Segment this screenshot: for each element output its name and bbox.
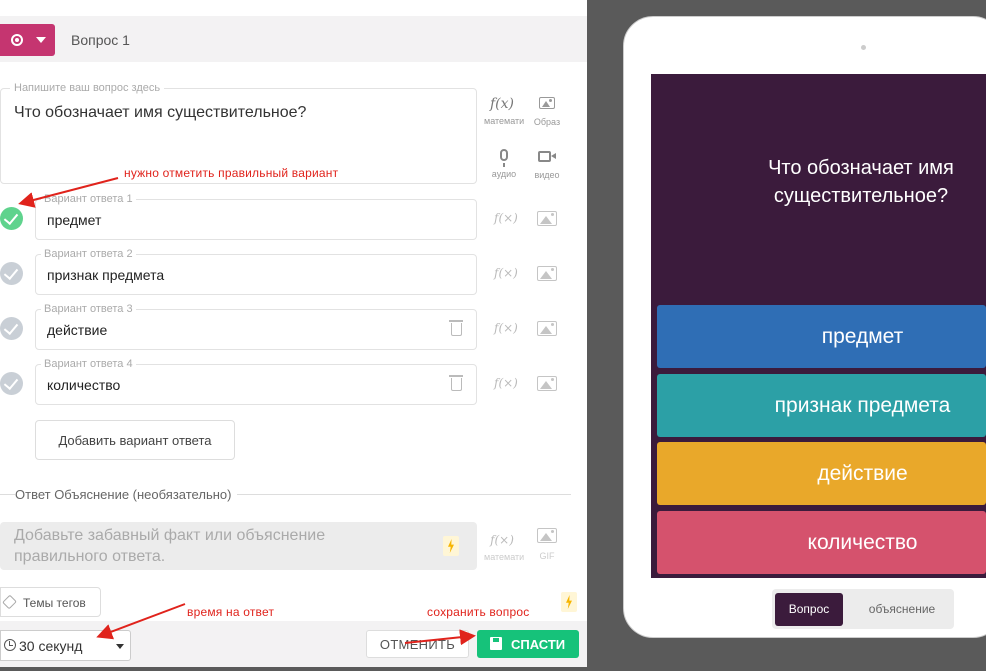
tablet-camera [861, 45, 866, 50]
math-function-icon[interactable]: f(×) [494, 211, 518, 225]
explanation-placeholder: Добавьте забавный факт или объяснение пр… [14, 527, 326, 565]
image-icon[interactable] [537, 211, 557, 231]
answer-option-3: Вариант ответа 3 действие f(×) [0, 303, 587, 354]
annotation-answer-time: время на ответ [187, 605, 275, 619]
time-limit-select[interactable]: 30 секунд [0, 630, 131, 661]
lightning-icon[interactable] [443, 536, 459, 556]
answer-label-1: Вариант ответа 1 [41, 193, 136, 205]
lightning-icon[interactable] [561, 592, 577, 612]
insert-image-button[interactable]: Образ [529, 96, 565, 127]
image-icon [539, 97, 555, 109]
audio-button-label: аудио [491, 169, 517, 179]
question-type-button[interactable] [0, 24, 55, 56]
math-function-icon: f(x) [489, 96, 514, 112]
image-icon[interactable] [537, 321, 557, 341]
chevron-down-icon [116, 644, 124, 649]
correct-answer-check-icon[interactable] [0, 207, 23, 230]
tab-explanation[interactable]: объяснение [852, 593, 952, 626]
trash-icon[interactable] [449, 375, 463, 391]
insert-audio-button[interactable]: аудио [486, 148, 522, 179]
video-button-label: видео [534, 170, 560, 180]
math-button-label: математи [484, 116, 525, 126]
math-function-icon[interactable]: f(×) [494, 321, 518, 335]
math-function-icon[interactable]: f(×) [494, 376, 518, 390]
answer-label-3: Вариант ответа 3 [41, 303, 136, 315]
save-button[interactable]: СПАСТИ [477, 630, 579, 658]
radio-icon [11, 34, 23, 46]
annotation-save-question: сохранить вопрос [427, 605, 530, 619]
question-title: Вопрос 1 [71, 32, 130, 48]
math-button-label: математи [484, 552, 525, 562]
math-equation-button[interactable]: f(x) математи [484, 95, 525, 126]
correct-answer-check-icon[interactable] [0, 317, 23, 340]
tags-label: Темы тегов [23, 596, 86, 610]
preview-option-4: количество [657, 511, 986, 574]
add-answer-button[interactable]: Добавить вариант ответа [35, 420, 235, 460]
answer-label-4: Вариант ответа 4 [41, 358, 136, 370]
editor-header: Вопрос 1 [0, 16, 587, 62]
answer-text-3: действие [47, 322, 108, 338]
trash-icon[interactable] [449, 320, 463, 336]
floppy-disk-icon [490, 637, 502, 650]
image-icon[interactable] [537, 376, 557, 396]
media-button-label: GIF [539, 551, 555, 561]
preview-option-3: действие [657, 442, 986, 505]
cancel-button[interactable]: ОТМЕНИТЬ [366, 630, 469, 658]
answer-text-1: предмет [47, 212, 102, 228]
math-function-icon: f(×) [490, 533, 514, 547]
math-function-icon[interactable]: f(×) [494, 266, 518, 280]
preview-option-2: признак предмета [657, 374, 986, 437]
answer-text-4: количество [47, 377, 121, 393]
image-audio-icon [537, 528, 557, 543]
image-button-label: Образ [533, 117, 561, 127]
answer-text-2: признак предмета [47, 267, 165, 283]
correct-answer-check-icon[interactable] [0, 372, 23, 395]
explanation-media-button[interactable]: GIF [529, 528, 565, 561]
save-button-label: СПАСТИ [511, 637, 566, 652]
preview-option-1: предмет [657, 305, 986, 368]
answer-option-4: Вариант ответа 4 количество f(×) [0, 358, 587, 409]
question-text: Что обозначает имя существительное? [14, 104, 307, 121]
time-limit-value: 30 секунд [19, 638, 83, 654]
image-icon[interactable] [537, 266, 557, 286]
tag-icon [2, 594, 17, 610]
preview-question-text: Что обозначает имя существительное? [768, 157, 954, 207]
chevron-down-icon [36, 37, 46, 43]
explanation-title: Ответ Объяснение (необязательно) [15, 487, 238, 502]
answer-option-2: Вариант ответа 2 признак предмета f(×) [0, 248, 587, 299]
clock-icon [4, 639, 16, 651]
question-input-label: Напишите ваш вопрос здесь [10, 82, 165, 94]
microphone-icon [500, 149, 508, 167]
annotation-mark-correct: нужно отметить правильный вариант [124, 166, 339, 180]
video-camera-icon [538, 151, 556, 162]
tab-question[interactable]: Вопрос [775, 593, 843, 626]
question-editor: Вопрос 1 Напишите ваш вопрос здесь Что о… [0, 0, 587, 667]
answer-label-2: Вариант ответа 2 [41, 248, 136, 260]
answer-option-1: Вариант ответа 1 предмет f(×) [0, 193, 587, 244]
explanation-math-button[interactable]: f(×) математи [484, 531, 525, 562]
correct-answer-check-icon[interactable] [0, 262, 23, 285]
insert-video-button[interactable]: видео [529, 149, 565, 180]
tag-topics-button[interactable]: Темы тегов [0, 587, 101, 617]
